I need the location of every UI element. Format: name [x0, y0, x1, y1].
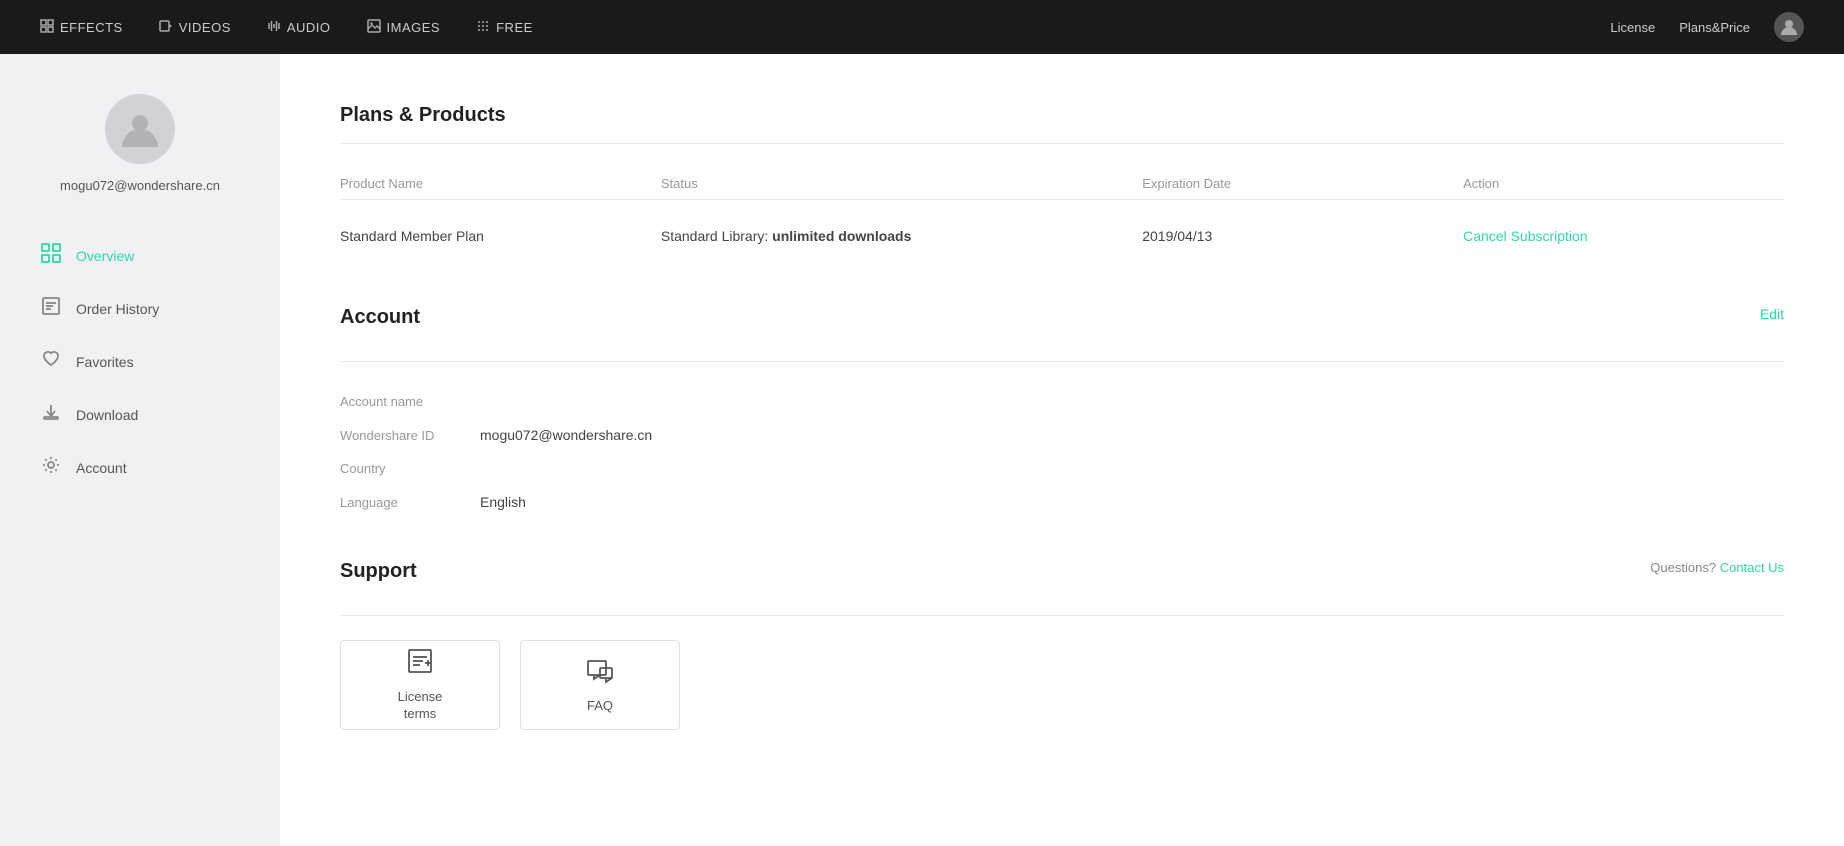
- support-title: Support: [340, 560, 417, 583]
- account-name-label: Account name: [340, 394, 480, 409]
- nav-effects[interactable]: EFFECTS: [40, 19, 123, 36]
- support-divider: [340, 615, 1784, 616]
- field-wondershare-id: Wondershare ID mogu072@wondershare.cn: [340, 427, 1784, 443]
- faq-card[interactable]: FAQ: [520, 640, 680, 730]
- plans-products-section: Plans & Products Product Name Status Exp…: [340, 104, 1784, 256]
- field-country: Country: [340, 461, 1784, 476]
- contact-us-link[interactable]: Contact Us: [1720, 560, 1784, 575]
- faq-label: FAQ: [587, 698, 613, 715]
- country-label: Country: [340, 461, 480, 476]
- language-label: Language: [340, 495, 480, 510]
- plans-table-header: Product Name Status Expiration Date Acti…: [340, 168, 1784, 200]
- sidebar-order-history-label: Order History: [76, 301, 159, 317]
- videos-icon: [159, 19, 173, 36]
- wondershare-id-label: Wondershare ID: [340, 428, 480, 443]
- edit-link[interactable]: Edit: [1760, 306, 1784, 322]
- row-expiration-date: 2019/04/13: [1142, 228, 1463, 244]
- license-link[interactable]: License: [1610, 20, 1655, 35]
- sidebar-avatar: [105, 94, 175, 164]
- sidebar-item-overview[interactable]: Overview: [0, 229, 280, 282]
- row-product-name: Standard Member Plan: [340, 228, 661, 244]
- account-section: Account Edit Account name Wondershare ID…: [340, 306, 1784, 510]
- sidebar: mogu072@wondershare.cn Overview: [0, 54, 280, 846]
- top-navigation: EFFECTS VIDEOS AUDIO: [0, 0, 1844, 54]
- account-header: Account Edit: [340, 306, 1784, 345]
- sidebar-item-download[interactable]: Download: [0, 388, 280, 441]
- nav-free[interactable]: FREE: [476, 19, 533, 36]
- support-cards: Licenseterms FAQ: [340, 640, 1784, 730]
- page-layout: mogu072@wondershare.cn Overview: [0, 54, 1844, 846]
- gear-icon: [40, 455, 62, 480]
- account-title: Account: [340, 306, 420, 329]
- main-content: Plans & Products Product Name Status Exp…: [280, 54, 1844, 846]
- questions-label: Questions?: [1650, 560, 1716, 575]
- free-icon: [476, 19, 490, 36]
- sidebar-item-order-history[interactable]: Order History: [0, 282, 280, 335]
- status-prefix: Standard Library:: [661, 228, 772, 244]
- faq-icon: [586, 656, 614, 690]
- order-history-icon: [40, 296, 62, 321]
- nav-videos[interactable]: VIDEOS: [159, 19, 231, 36]
- heart-icon: [40, 349, 62, 374]
- plans-divider: [340, 143, 1784, 144]
- row-action: Cancel Subscription: [1463, 228, 1784, 244]
- field-language: Language English: [340, 494, 1784, 510]
- sidebar-favorites-label: Favorites: [76, 354, 134, 370]
- sidebar-item-favorites[interactable]: Favorites: [0, 335, 280, 388]
- col-action: Action: [1463, 176, 1784, 191]
- account-fields: Account name Wondershare ID mogu072@wond…: [340, 386, 1784, 510]
- nav-videos-label: VIDEOS: [179, 20, 231, 35]
- license-terms-icon: [406, 647, 434, 681]
- wondershare-id-value: mogu072@wondershare.cn: [480, 427, 652, 443]
- download-icon: [40, 402, 62, 427]
- nav-free-label: FREE: [496, 20, 533, 35]
- language-value: English: [480, 494, 526, 510]
- nav-audio[interactable]: AUDIO: [267, 19, 331, 36]
- license-terms-card[interactable]: Licenseterms: [340, 640, 500, 730]
- col-product-name: Product Name: [340, 176, 661, 191]
- sidebar-download-label: Download: [76, 407, 138, 423]
- sidebar-item-account[interactable]: Account: [0, 441, 280, 494]
- nav-right: License Plans&Price: [1610, 12, 1804, 42]
- nav-links: EFFECTS VIDEOS AUDIO: [40, 19, 533, 36]
- overview-icon: [40, 243, 62, 268]
- nav-effects-label: EFFECTS: [60, 20, 123, 35]
- sidebar-overview-label: Overview: [76, 248, 134, 264]
- field-account-name: Account name: [340, 394, 1784, 409]
- audio-icon: [267, 19, 281, 36]
- table-row: Standard Member Plan Standard Library: u…: [340, 216, 1784, 256]
- images-icon: [367, 19, 381, 36]
- questions-text: Questions? Contact Us: [1650, 560, 1784, 575]
- account-divider: [340, 361, 1784, 362]
- sidebar-email: mogu072@wondershare.cn: [60, 178, 220, 193]
- support-header: Support Questions? Contact Us: [340, 560, 1784, 599]
- user-avatar[interactable]: [1774, 12, 1804, 42]
- effects-icon: [40, 19, 54, 36]
- col-expiration-date: Expiration Date: [1142, 176, 1463, 191]
- sidebar-navigation: Overview Order History: [0, 229, 280, 494]
- plans-price-link[interactable]: Plans&Price: [1679, 20, 1750, 35]
- status-bold: unlimited downloads: [772, 228, 911, 244]
- plans-title: Plans & Products: [340, 104, 1784, 127]
- row-status: Standard Library: unlimited downloads: [661, 228, 1142, 244]
- sidebar-account-label: Account: [76, 460, 127, 476]
- support-section: Support Questions? Contact Us: [340, 560, 1784, 730]
- nav-images[interactable]: IMAGES: [367, 19, 441, 36]
- nav-audio-label: AUDIO: [287, 20, 331, 35]
- license-terms-label: Licenseterms: [398, 689, 443, 723]
- nav-images-label: IMAGES: [387, 20, 441, 35]
- cancel-subscription-link[interactable]: Cancel Subscription: [1463, 228, 1588, 244]
- col-status: Status: [661, 176, 1142, 191]
